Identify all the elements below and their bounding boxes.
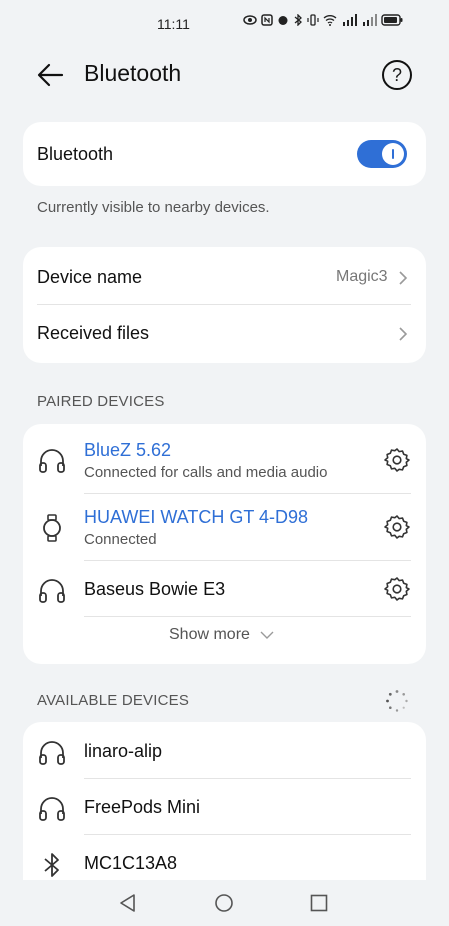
gear-icon[interactable] — [383, 513, 411, 541]
paired-device-name: Baseus Bowie E3 — [84, 579, 226, 599]
paired-device-name: HUAWEI WATCH GT 4-D98 — [84, 507, 309, 527]
paired-device-status: Connected for calls and media audio — [84, 464, 328, 481]
battery-icon — [381, 14, 403, 26]
headphones-icon — [39, 449, 65, 473]
bluetooth-label: Bluetooth — [37, 144, 114, 164]
vibrate-icon — [307, 14, 319, 26]
gear-icon[interactable] — [383, 446, 411, 474]
available-device-name: linaro-alip — [84, 741, 163, 761]
divider — [84, 616, 411, 617]
nav-home-icon[interactable] — [214, 893, 234, 913]
divider — [84, 778, 411, 779]
divider — [37, 304, 411, 305]
divider — [84, 834, 411, 835]
gear-icon[interactable] — [383, 575, 411, 603]
alarm-icon — [278, 16, 288, 25]
visibility-note: Currently visible to nearby devices. — [37, 199, 270, 216]
device-name-value: Magic3 — [336, 268, 388, 285]
wifi-icon — [323, 15, 337, 26]
chevron-right-icon — [399, 271, 408, 285]
page-title: Bluetooth — [84, 60, 182, 86]
eye-icon — [243, 15, 257, 25]
chevron-down-icon — [260, 631, 274, 639]
nav-recents-icon[interactable] — [310, 894, 328, 912]
divider — [84, 560, 411, 561]
divider — [84, 493, 411, 494]
paired-device-status: Connected — [84, 531, 157, 548]
bluetooth-icon — [44, 853, 59, 877]
signal-icon-2 — [363, 14, 377, 26]
paired-devices-heading: PAIRED DEVICES — [37, 393, 165, 410]
watch-icon — [43, 514, 61, 542]
chevron-right-icon — [399, 327, 408, 341]
headphones-icon — [39, 579, 65, 603]
nfc-icon — [261, 14, 273, 26]
status-icons — [243, 14, 403, 26]
available-device-name: FreePods Mini — [84, 797, 201, 817]
show-more-label: Show more — [169, 626, 250, 643]
headphones-icon — [39, 741, 65, 765]
bluetooth-toggle[interactable] — [357, 140, 407, 168]
headphones-icon — [39, 797, 65, 821]
help-button[interactable]: ? — [382, 60, 412, 90]
arrow-left-icon — [37, 63, 64, 87]
device-name-label: Device name — [37, 267, 143, 287]
available-device-name: MC1C13A8 — [84, 853, 178, 873]
back-button[interactable] — [34, 58, 68, 92]
available-devices-heading: AVAILABLE DEVICES — [37, 692, 190, 709]
status-time: 11:11 — [157, 16, 190, 32]
bluetooth-status-icon — [294, 14, 302, 26]
paired-device-name: BlueZ 5.62 — [84, 440, 172, 460]
nav-back-icon[interactable] — [118, 893, 138, 913]
loading-spinner-icon — [386, 690, 408, 712]
signal-icon — [343, 14, 357, 26]
received-files-label: Received files — [37, 323, 150, 343]
toggle-knob — [382, 143, 404, 165]
